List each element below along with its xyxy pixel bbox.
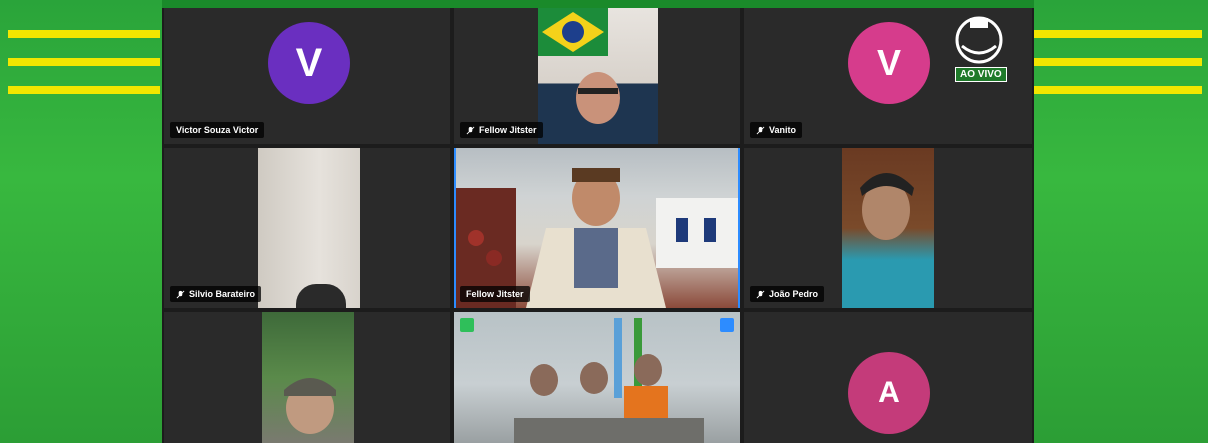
avatar: V — [268, 22, 350, 104]
participant-tile[interactable]: João Pedro — [744, 148, 1032, 308]
mic-muted-icon — [756, 126, 765, 134]
participant-tile[interactable] — [164, 312, 450, 443]
participant-name: Victor Souza Victor — [176, 125, 259, 135]
participant-tile[interactable]: A — [744, 312, 1032, 443]
participant-video — [842, 148, 934, 308]
mic-muted-icon — [756, 290, 765, 298]
participant-face — [284, 378, 336, 434]
participant-name-tag: Fellow Jitster — [460, 286, 530, 302]
live-badge: AO VIVO — [955, 67, 1007, 82]
participant-name: João Pedro — [769, 289, 819, 299]
participant-tile-active-speaker[interactable]: Fellow Jitster — [454, 148, 740, 308]
participant-video — [258, 148, 360, 308]
video-grid: V Victor Souza Victor Fellow Jitster V V… — [162, 8, 1034, 443]
meeting-room-image — [514, 318, 704, 443]
participant-name: Vanito — [769, 125, 797, 135]
left-background-panel — [0, 0, 162, 443]
yellow-stripe — [1034, 30, 1202, 38]
more-options-icon[interactable] — [720, 318, 734, 332]
participant-name-tag: Vanito — [750, 122, 803, 138]
mic-muted-icon — [176, 290, 185, 298]
chart-icon[interactable] — [460, 318, 474, 332]
yellow-stripe — [8, 86, 160, 94]
avatar: A — [848, 352, 930, 434]
participant-name-tag: Fellow Jitster — [460, 122, 543, 138]
participant-video — [538, 8, 658, 144]
participant-tile[interactable]: Fellow Jitster — [454, 8, 740, 144]
participant-name: Fellow Jitster — [466, 289, 524, 299]
participant-name: Silvio Barateiro — [189, 289, 256, 299]
yellow-stripe — [1034, 58, 1202, 66]
participant-video — [262, 312, 354, 443]
yellow-stripe — [1034, 86, 1202, 94]
yellow-stripe — [8, 58, 160, 66]
avatar: V — [848, 22, 930, 104]
participant-tile[interactable]: Silvio Barateiro — [164, 148, 450, 308]
mic-muted-icon — [466, 126, 475, 134]
participant-face — [860, 173, 914, 240]
participant-name-tag: Victor Souza Victor — [170, 122, 265, 138]
participant-video — [456, 148, 738, 308]
yellow-stripe — [8, 30, 160, 38]
participant-tile[interactable] — [454, 312, 740, 443]
participant-name: Fellow Jitster — [479, 125, 537, 135]
participant-video — [454, 312, 740, 443]
right-background-panel — [1034, 0, 1208, 443]
participant-name-tag: Silvio Barateiro — [170, 286, 262, 302]
participant-name-tag: João Pedro — [750, 286, 825, 302]
background-image — [456, 168, 738, 308]
participant-tile[interactable]: V Victor Souza Victor — [164, 8, 450, 144]
flag-image — [538, 8, 620, 124]
